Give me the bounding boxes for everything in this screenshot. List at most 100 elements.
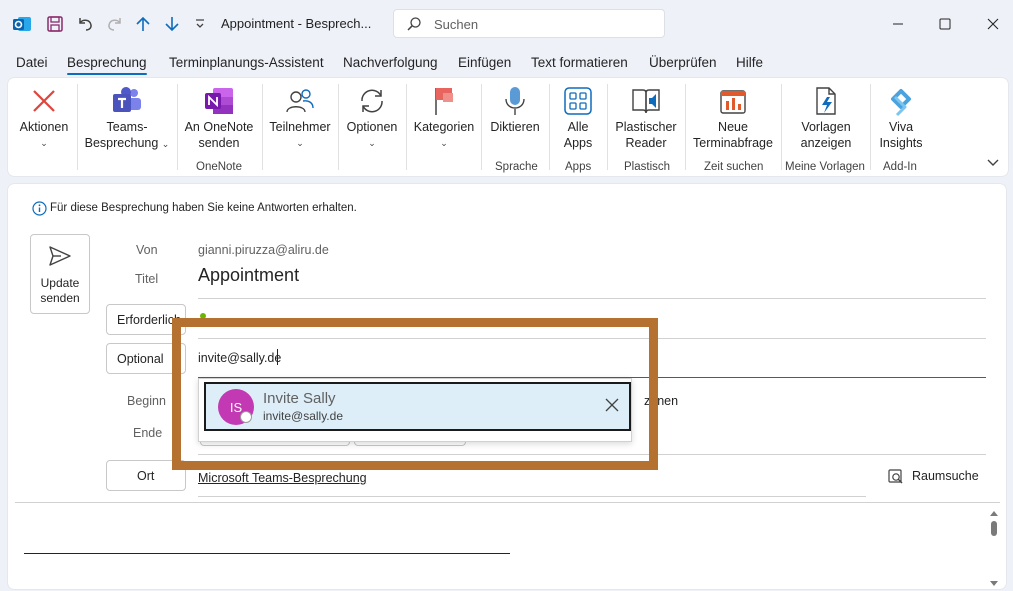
group-apps: Apps: [565, 161, 592, 173]
outlook-logo-icon: [12, 14, 32, 34]
viva-insights-button[interactable]: Viva Insights: [874, 83, 928, 151]
send-label: Update senden: [31, 276, 89, 306]
group-sprache: Sprache: [495, 161, 538, 173]
customize-toolbar-icon[interactable]: [190, 14, 210, 34]
group-zeit-suchen: Zeit suchen: [704, 161, 764, 173]
ribbon-separator: [338, 84, 339, 170]
search-placeholder: Suchen: [434, 17, 479, 32]
template-icon: [786, 83, 866, 119]
onenote-label-1: An OneNote: [184, 120, 254, 134]
ribbon-separator: [406, 84, 407, 170]
ribbon-separator: [481, 84, 482, 170]
send-icon: [48, 245, 72, 270]
active-tab-indicator: [67, 73, 147, 75]
teams-icon: [82, 83, 172, 119]
onenote-icon: [182, 83, 256, 119]
chevron-down-icon: ⌄: [296, 138, 304, 148]
viva-insights-icon: [874, 83, 928, 119]
plastischer-reader-button[interactable]: Plastischer Reader: [612, 83, 680, 151]
diktieren-button[interactable]: Diktieren: [486, 83, 544, 135]
diktieren-label: Diktieren: [490, 120, 540, 134]
onenote-label-2: senden: [198, 136, 240, 150]
ribbon-separator: [870, 84, 871, 170]
redo-icon[interactable]: [105, 14, 125, 34]
divider: [198, 496, 866, 497]
apps-label-1: Alle: [567, 120, 589, 134]
update-send-button[interactable]: Update senden: [30, 234, 90, 314]
group-meine-vorlagen: Meine Vorlagen: [785, 161, 865, 173]
menu-besprechung[interactable]: Besprechung: [67, 55, 147, 70]
ribbon-separator: [262, 84, 263, 170]
menu-ueberpruefen[interactable]: Überprüfen: [649, 55, 717, 70]
location-value[interactable]: Microsoft Teams-Besprechung: [198, 471, 367, 485]
menu-einfuegen[interactable]: Einfügen: [458, 55, 511, 70]
optionen-label: Optionen: [346, 120, 398, 134]
highlight-annotation-box: [172, 318, 658, 470]
neue-terminabfrage-button[interactable]: Neue Terminabfrage: [690, 83, 776, 151]
ribbon-separator: [77, 84, 78, 170]
vorlagen-label-1: Vorlagen: [801, 120, 851, 134]
immersive-reader-icon: [612, 83, 680, 119]
reader-label-2: Reader: [625, 136, 667, 150]
ribbon-separator: [177, 84, 178, 170]
from-value: gianni.piruzza@aliru.de: [198, 243, 329, 257]
close-icon[interactable]: [981, 12, 1005, 36]
people-icon: [268, 83, 332, 119]
microphone-icon: [486, 83, 544, 119]
maximize-icon[interactable]: [933, 12, 957, 36]
ribbon: Aktionen ⌄ Teams- Besprechung ⌄ An OneNo…: [8, 78, 1008, 176]
arrow-up-icon[interactable]: [133, 14, 153, 34]
undo-icon[interactable]: [75, 14, 95, 34]
vorlagen-label-2: anzeigen: [800, 136, 852, 150]
teilnehmer-label: Teilnehmer: [269, 120, 331, 134]
onenote-button[interactable]: An OneNote senden: [182, 83, 256, 151]
optionen-button[interactable]: Optionen ⌄: [343, 83, 401, 151]
title-bar: Appointment - Besprech... Suchen: [0, 0, 1013, 48]
from-label: Von: [136, 243, 158, 257]
minimize-icon[interactable]: [886, 12, 910, 36]
reader-label-1: Plastischer: [615, 120, 677, 134]
scheduling-poll-icon: [690, 83, 776, 119]
title-field[interactable]: Appointment: [198, 265, 299, 286]
teams-label-2: Besprechung: [84, 136, 159, 150]
kategorien-button[interactable]: Kategorien ⌄: [412, 83, 476, 151]
umfrage-label-2: Terminabfrage: [693, 136, 773, 150]
alle-apps-button[interactable]: Alle Apps: [554, 83, 602, 151]
chevron-down-icon: ⌄: [368, 138, 376, 148]
send-label-1: Update: [40, 276, 80, 290]
apps-label-2: Apps: [563, 136, 593, 150]
room-search-button[interactable]: Raumsuche: [912, 469, 979, 483]
scrollbar-thumb[interactable]: [991, 521, 997, 536]
menu-terminplanungs-assistent[interactable]: Terminplanungs-Assistent: [169, 55, 324, 70]
vorlagen-anzeigen-button[interactable]: Vorlagen anzeigen: [786, 83, 866, 151]
scroll-down-icon[interactable]: [989, 576, 999, 591]
save-icon[interactable]: [45, 14, 65, 34]
menu-text-formatieren[interactable]: Text formatieren: [531, 55, 628, 70]
info-icon: [32, 201, 47, 219]
menu-datei[interactable]: Datei: [16, 55, 48, 70]
ribbon-separator: [607, 84, 608, 170]
teams-label-1: Teams-: [106, 120, 148, 134]
search-box[interactable]: Suchen: [393, 9, 665, 38]
apps-grid-icon: [554, 83, 602, 119]
viva-label-1: Viva: [888, 120, 914, 134]
kategorien-label: Kategorien: [413, 120, 475, 134]
ribbon-separator: [685, 84, 686, 170]
menu-nachverfolgung[interactable]: Nachverfolgung: [343, 55, 438, 70]
teilnehmer-button[interactable]: Teilnehmer ⌄: [268, 83, 332, 151]
aktionen-label: Aktionen: [19, 120, 69, 134]
search-icon: [406, 16, 422, 35]
signature-line: [24, 553, 510, 554]
aktionen-button[interactable]: Aktionen ⌄: [16, 83, 72, 151]
sync-icon: [343, 83, 401, 119]
menu-hilfe[interactable]: Hilfe: [736, 55, 763, 70]
group-onenote: OneNote: [196, 161, 243, 173]
send-label-2: senden: [40, 291, 80, 305]
start-label: Beginn: [127, 394, 166, 408]
arrow-down-icon[interactable]: [162, 14, 182, 34]
category-flag-icon: [412, 83, 476, 119]
scroll-up-icon[interactable]: [989, 505, 999, 520]
end-label: Ende: [133, 426, 163, 440]
teams-meeting-button[interactable]: Teams- Besprechung ⌄: [82, 83, 172, 152]
ribbon-expand-icon[interactable]: [986, 156, 1000, 173]
